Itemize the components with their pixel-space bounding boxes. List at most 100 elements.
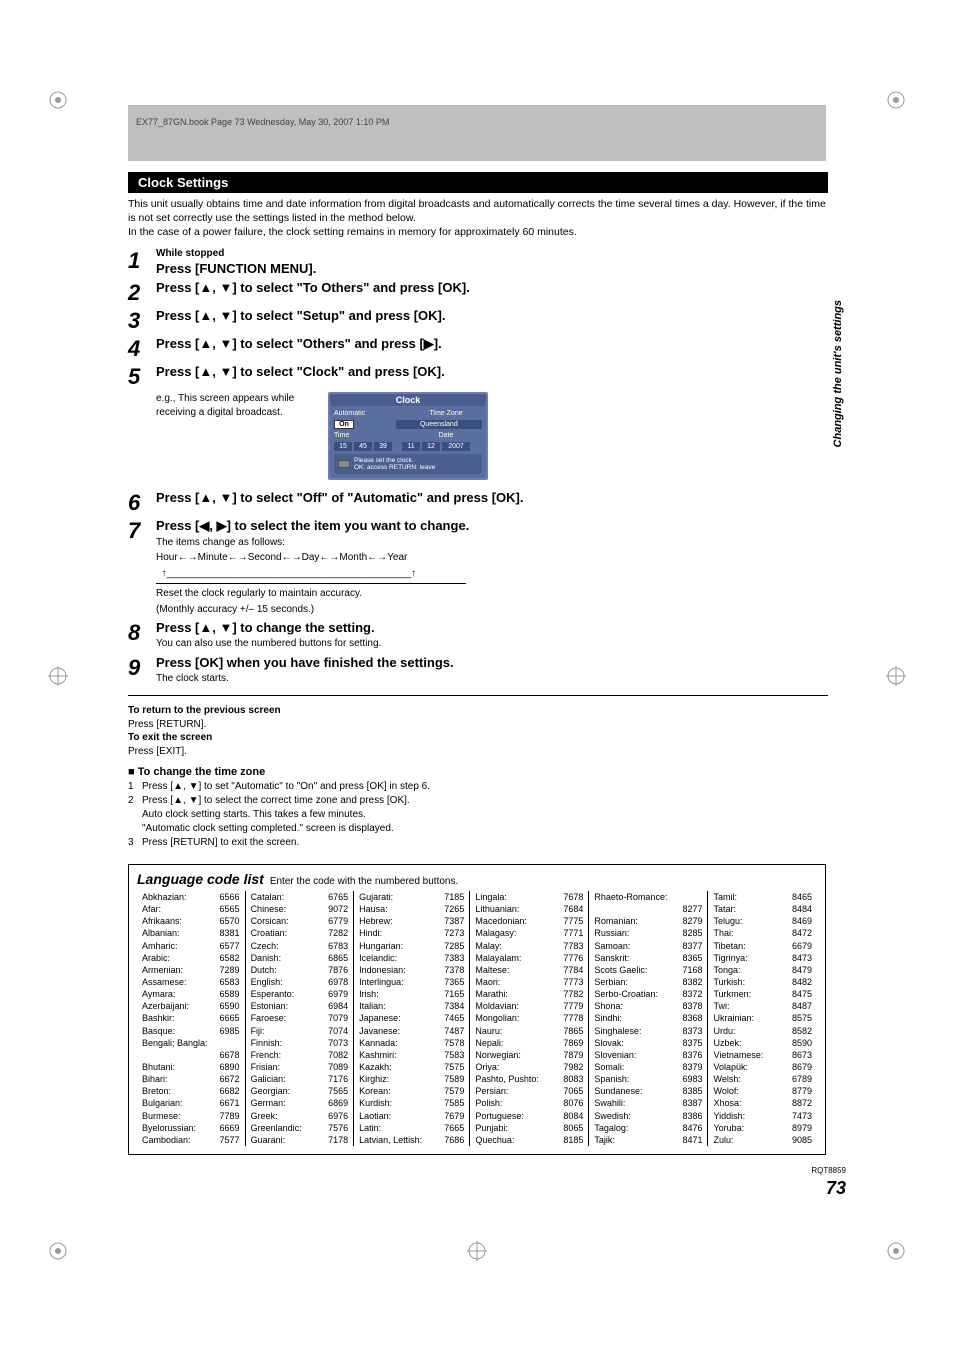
divider [128,695,828,696]
lang-row: Malayalam:7776 [475,952,583,964]
lang-row: Lingala:7678 [475,891,583,903]
lang-row: Quechua:8185 [475,1134,583,1146]
lang-row: Bihari:6672 [142,1073,240,1085]
lang-row: Maori:7773 [475,976,583,988]
lang-row: Marathi:7782 [475,988,583,1000]
step-instruction: Press [▲, ▼] to select "Others" and pres… [156,336,828,352]
lang-column: Tamil:8465Tatar:8484Telugu:8469Thai:8472… [708,891,817,1146]
lang-row: Tatar:8484 [713,903,812,915]
lang-row: Sanskrit:8365 [594,952,702,964]
step-number: 1 [128,248,156,276]
step-subtext: Hour←→Minute←→Second←→Day←→Month←→Year [156,551,828,565]
lang-row: Icelandic:7383 [359,952,464,964]
lang-row: Telugu:8469 [713,915,812,927]
clock-month: 12 [422,442,440,451]
step-arrow-line: ↑_______________________________________… [156,567,828,581]
lang-row: Hindi:7273 [359,927,464,939]
step-subtext: The items change as follows: [156,536,828,550]
lang-row: Kashmiri:7583 [359,1049,464,1061]
lang-row: Javanese:7487 [359,1025,464,1037]
lang-row: Zulu:9085 [713,1134,812,1146]
square-bullet-icon: ■ [128,766,138,778]
lang-row: Tigrinya:8473 [713,952,812,964]
tz-step: Press [RETURN] to exit the screen. [142,836,299,850]
lang-row: Nauru:7865 [475,1025,583,1037]
step-5: 5 Press [▲, ▼] to select "Clock" and pre… [128,364,828,388]
lang-row: Punjabi:8065 [475,1122,583,1134]
lang-column: Abkhazian:6566Afar:6565Afrikaans:6570Alb… [137,891,246,1146]
step-instruction: Press [▲, ▼] to select "Off" of "Automat… [156,490,828,505]
intro-paragraph: In the case of a power failure, the cloc… [128,225,828,239]
lang-column: Rhaeto-Romance:8277Romanian:8279Russian:… [589,891,708,1146]
lang-row: Samoan:8377 [594,940,702,952]
lang-row: 6678 [142,1049,240,1061]
lang-row: 8277 [594,903,702,915]
lang-row: Tibetan:6679 [713,940,812,952]
lang-row: Maltese:7784 [475,964,583,976]
clock-date-label: Date [410,432,482,439]
lang-column: Gujarati:7185Hausa:7265Hebrew:7387Hindi:… [354,891,470,1146]
lang-row: Oriya:7982 [475,1061,583,1073]
lang-row: Swahili:8387 [594,1097,702,1109]
lang-row: French:7082 [251,1049,349,1061]
lang-row: Serbian:8382 [594,976,702,988]
lang-row: Irish:7165 [359,988,464,1000]
lang-row: Rhaeto-Romance: [594,891,702,903]
step-9: 9 Press [OK] when you have finished the … [128,655,828,686]
lang-row: Croatian:7282 [251,927,349,939]
lang-row: Serbo-Croatian:8372 [594,988,702,1000]
lang-row: Corsican:6779 [251,915,349,927]
clock-footer-text: OK: access RETURN: leave [354,464,435,471]
step-number: 7 [128,518,156,617]
lang-row: Russian:8285 [594,927,702,939]
screen-caption: e.g., This screen appears while receivin… [156,392,316,420]
step-precondition: While stopped [156,248,828,259]
lang-row: Bhutani:6890 [142,1061,240,1073]
lang-row: German:6869 [251,1097,349,1109]
step-instruction: Press [◀, ▶] to select the item you want… [156,518,828,534]
lang-row: Finnish:7073 [251,1037,349,1049]
clock-auto-label: Automatic [334,410,406,417]
lang-row: Somali:8379 [594,1061,702,1073]
crop-mark-icon [48,1241,68,1261]
clock-auto-value: On [334,420,354,429]
lang-row: Estonian:6984 [251,1000,349,1012]
crop-mark-icon [48,666,68,686]
step-number: 3 [128,308,156,332]
step-number: 4 [128,336,156,360]
step-subtext: (Monthly accuracy +/– 15 seconds.) [156,603,828,617]
lang-row: Latvian, Lettish:7686 [359,1134,464,1146]
intro-text: This unit usually obtains time and date … [128,197,828,240]
lang-row: Kirghiz:7589 [359,1073,464,1085]
language-code-table: Language code list Enter the code with t… [128,864,826,1155]
lang-row: Malay:7783 [475,940,583,952]
lang-row: Faroese:7079 [251,1012,349,1024]
step-7: 7 Press [◀, ▶] to select the item you wa… [128,518,828,617]
tz-step: Press [▲, ▼] to set "Automatic" to "On" … [142,780,430,794]
lang-row: Tonga:8479 [713,964,812,976]
lang-row: Scots Gaelic:7168 [594,964,702,976]
lang-row: Swedish:8386 [594,1110,702,1122]
step-number: 8 [128,620,156,651]
lang-row: Azerbaijani:6590 [142,1000,240,1012]
clock-day: 11 [402,442,420,451]
remote-icon [338,460,350,468]
lang-row: Esperanto:6979 [251,988,349,1000]
step-instruction: Press [▲, ▼] to change the setting. [156,620,828,635]
tz-step: Press [▲, ▼] to select the correct time … [142,794,410,808]
lang-row: Japanese:7465 [359,1012,464,1024]
lang-row: Spanish:6983 [594,1073,702,1085]
lang-row: Thai:8472 [713,927,812,939]
list-number: 2 [128,794,142,836]
intro-paragraph: This unit usually obtains time and date … [128,197,828,225]
lang-row: Latin:7665 [359,1122,464,1134]
lang-row: Slovak:8375 [594,1037,702,1049]
section-title-bar: Clock Settings [128,172,828,193]
step-subtext: You can also use the numbered buttons fo… [156,637,828,651]
step-instruction: Press [▲, ▼] to select "To Others" and p… [156,280,828,295]
lang-row: Dutch:7876 [251,964,349,976]
lang-row: Shona:8378 [594,1000,702,1012]
lang-table-subtitle: Enter the code with the numbered buttons… [270,876,458,887]
step-6: 6 Press [▲, ▼] to select "Off" of "Autom… [128,490,828,514]
lang-row: Vietnamese:8673 [713,1049,812,1061]
